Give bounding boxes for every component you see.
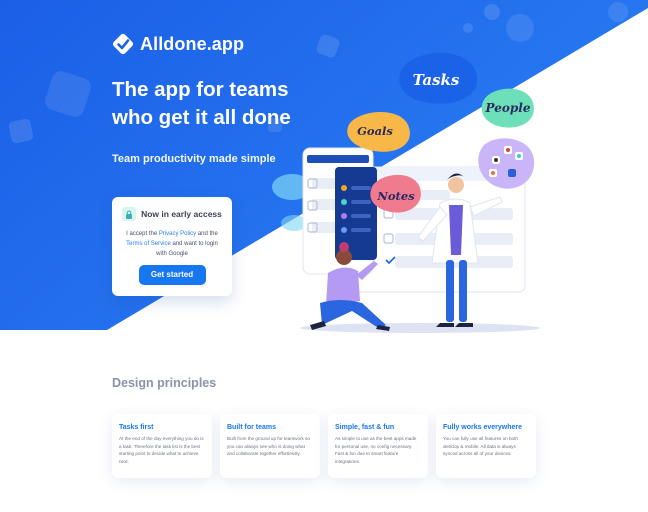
principle-card-text: You can fully use all features on both d…	[443, 436, 518, 457]
consent-text-part: I accept the	[126, 231, 159, 237]
headline-line-1: The app for teams	[112, 78, 289, 101]
brand-logo[interactable]: Alldone.app	[112, 33, 244, 55]
access-card-header: Now in early access	[112, 207, 232, 221]
design-principles-title: Design principles	[112, 376, 217, 390]
principle-card-text: At the end of the day everything you do …	[119, 436, 204, 464]
principle-card-title: Simple, fast & fun	[335, 424, 395, 431]
principle-card-text: As simple to use as the best apps made f…	[335, 436, 417, 464]
principle-card-works-everywhere: Fully works everywhere You can fully use…	[436, 414, 536, 478]
notes-bubble-label: Notes	[376, 189, 415, 203]
principle-card-built-for-teams: Built for teams Built from the ground up…	[220, 414, 320, 478]
brand-name: Alldone.app	[140, 33, 245, 54]
principle-card-title: Built for teams	[227, 424, 277, 431]
consent-text-part: and the	[196, 231, 218, 237]
terms-of-service-link[interactable]: Terms of Service	[126, 241, 171, 247]
principle-card-title: Fully works everywhere	[443, 424, 522, 431]
get-started-button[interactable]: Get started	[138, 265, 206, 285]
access-card-title: Now in early access	[141, 209, 222, 219]
alldone-logo-icon	[112, 33, 134, 55]
goals-bubble-label: Goals	[357, 124, 393, 138]
tasks-bubble-label: Tasks	[413, 71, 460, 89]
hero-illustration: Tasks People Goals Notes	[272, 52, 540, 333]
lock-icon	[122, 207, 137, 221]
consent-text: I accept the Privacy Policy and the Term…	[122, 229, 222, 259]
principle-card-tasks-first: Tasks first At the end of the day everyt…	[112, 414, 212, 478]
headline-line-2: who get it all done	[112, 106, 291, 129]
principle-card-simple-fast-fun: Simple, fast & fun As simple to use as t…	[328, 414, 428, 478]
early-access-card: Now in early access I accept the Privacy…	[112, 197, 232, 296]
principle-card-text: Built from the ground up for teamwork so…	[227, 436, 310, 457]
privacy-policy-link[interactable]: Privacy Policy	[159, 231, 196, 237]
hero-subheadline: Team productivity made simple	[112, 153, 276, 165]
people-bubble-label: People	[485, 101, 531, 115]
principle-card-title: Tasks first	[119, 424, 154, 431]
